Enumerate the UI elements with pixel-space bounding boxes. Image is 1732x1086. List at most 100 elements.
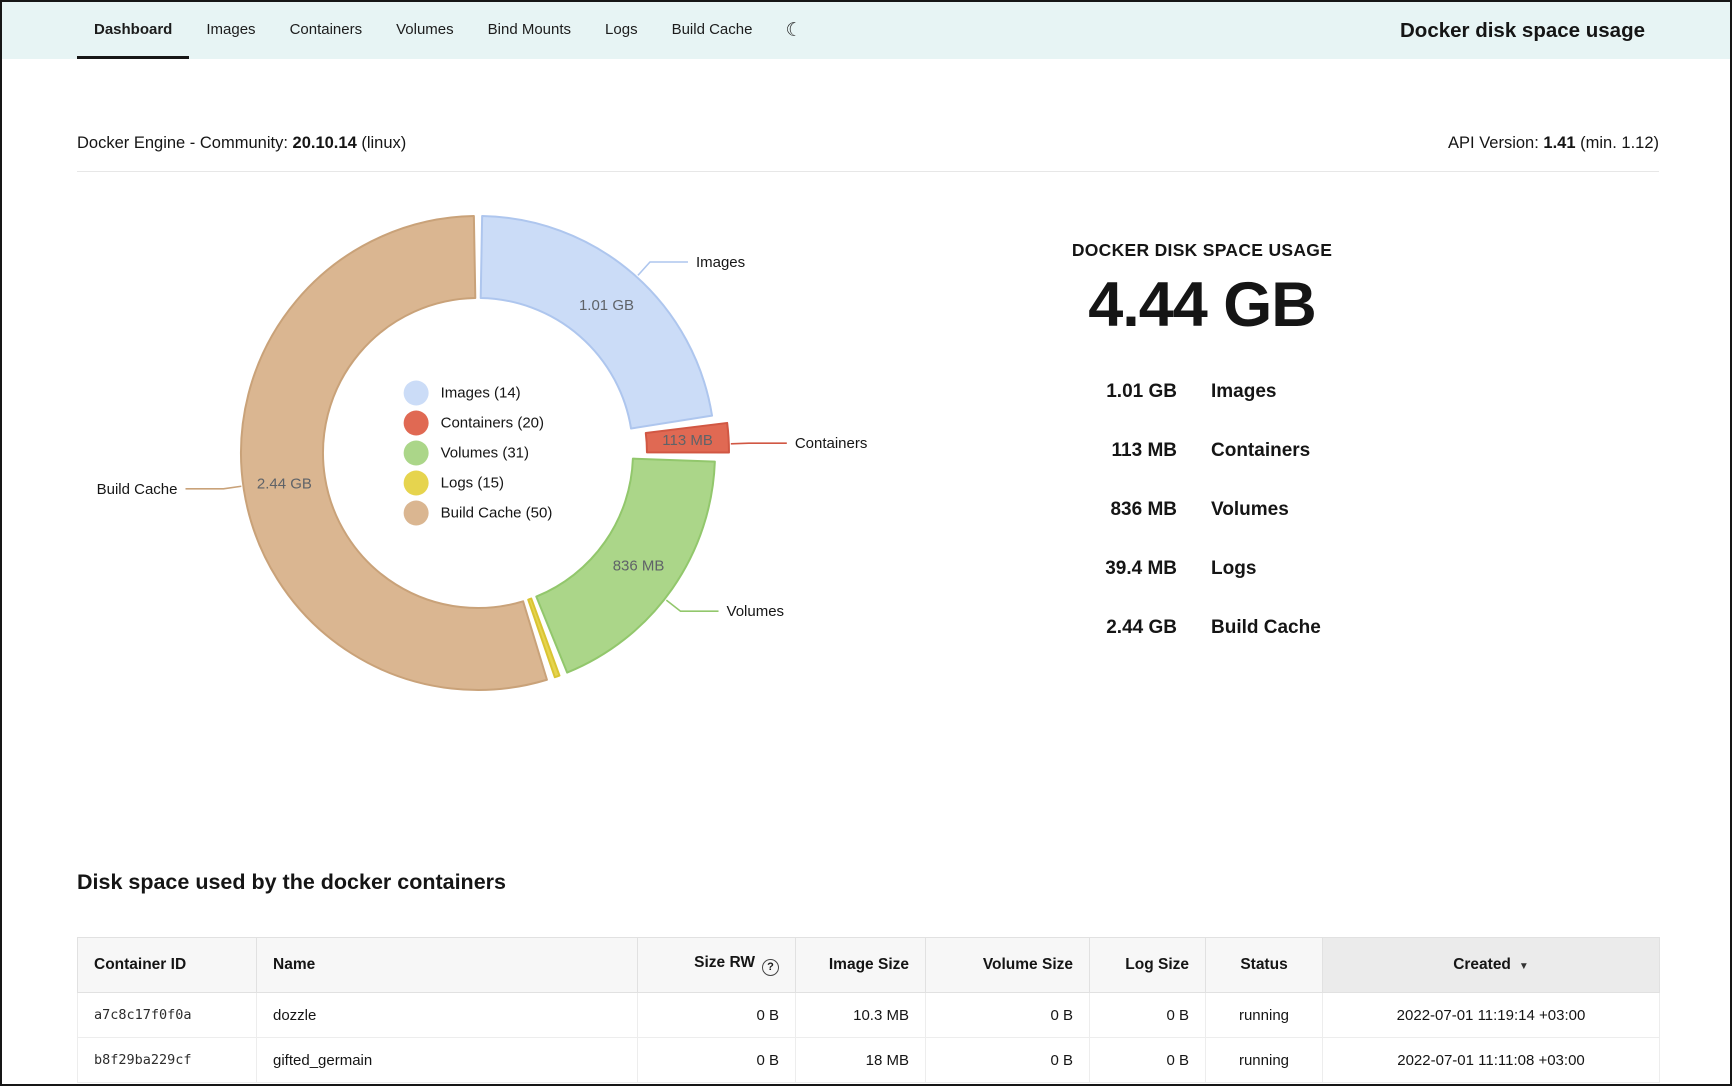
- app-title: Docker disk space usage: [1400, 2, 1645, 59]
- segment-name-label: Containers: [795, 435, 868, 452]
- app-window: Dashboard Images Containers Volumes Bind…: [0, 0, 1732, 1086]
- segment-value-label: 1.01 GB: [579, 297, 634, 314]
- segment-name-label: Images: [696, 254, 745, 271]
- tab-images[interactable]: Images: [189, 2, 272, 59]
- engine-version-text: Docker Engine - Community: 20.10.14 (lin…: [77, 134, 406, 153]
- legend-color-dot: [404, 501, 429, 526]
- cell-created: 2022-07-01 11:19:14 +03:00: [1323, 993, 1660, 1038]
- api-label: API Version:: [1448, 134, 1539, 152]
- segment-value-label: 113 MB: [662, 432, 713, 449]
- containers-table: Container ID Name Size RW? Image Size Vo…: [77, 937, 1660, 1083]
- summary-label: Images: [1211, 375, 1276, 408]
- segment-value-label: 2.44 GB: [257, 476, 312, 493]
- cell-log-size: 0 B: [1090, 1038, 1206, 1083]
- legend-item-build-cache[interactable]: Build Cache (50): [404, 501, 553, 526]
- summary-row-images: 1.01 GB Images: [982, 375, 1422, 408]
- segment-name-label: Volumes: [727, 603, 785, 620]
- engine-platform: (linux): [361, 134, 406, 152]
- cell-status: running: [1206, 993, 1323, 1038]
- tab-volumes[interactable]: Volumes: [379, 2, 471, 59]
- column-header-volume-size[interactable]: Volume Size: [926, 938, 1090, 993]
- moon-icon: ☾: [785, 19, 802, 42]
- legend-label: Build Cache (50): [441, 505, 553, 522]
- summary-rows: 1.01 GB Images 113 MB Containers 836 MB …: [982, 375, 1422, 644]
- cell-container-id: a7c8c17f0f0a: [78, 993, 257, 1038]
- disk-usage-summary: DOCKER DISK SPACE USAGE 4.44 GB 1.01 GB …: [982, 240, 1422, 670]
- cell-image-size: 10.3 MB: [796, 993, 926, 1038]
- dark-mode-toggle[interactable]: ☾: [769, 2, 818, 59]
- sort-descending-icon: ▼: [1519, 961, 1529, 972]
- column-label: Size RW: [694, 954, 755, 971]
- column-header-log-size[interactable]: Log Size: [1090, 938, 1206, 993]
- leader-line: [666, 600, 718, 611]
- column-header-created[interactable]: Created ▼: [1323, 938, 1660, 993]
- summary-label: Containers: [1211, 434, 1310, 467]
- cell-name: dozzle: [257, 993, 638, 1038]
- summary-row-logs: 39.4 MB Logs: [982, 552, 1422, 585]
- engine-version: 20.10.14: [293, 134, 357, 152]
- legend-item-images[interactable]: Images (14): [404, 381, 553, 406]
- help-icon[interactable]: ?: [762, 959, 779, 976]
- legend-color-dot: [404, 441, 429, 466]
- api-version: 1.41: [1543, 134, 1575, 152]
- disk-usage-donut-chart: 1.01 GB Images 113 MB Containers 836 MB Volum…: [62, 197, 942, 717]
- summary-row-volumes: 836 MB Volumes: [982, 493, 1422, 526]
- column-header-size-rw[interactable]: Size RW?: [638, 938, 796, 993]
- leader-line: [638, 262, 688, 275]
- legend-color-dot: [404, 471, 429, 496]
- cell-created: 2022-07-01 11:11:08 +03:00: [1323, 1038, 1660, 1083]
- tab-bind-mounts[interactable]: Bind Mounts: [471, 2, 588, 59]
- tab-logs[interactable]: Logs: [588, 2, 655, 59]
- summary-total: 4.44 GB: [982, 269, 1422, 341]
- api-version-text: API Version: 1.41 (min. 1.12): [1448, 134, 1659, 153]
- legend-item-containers[interactable]: Containers (20): [404, 411, 553, 436]
- table-header-row: Container ID Name Size RW? Image Size Vo…: [78, 938, 1660, 993]
- cell-container-id: b8f29ba229cf: [78, 1038, 257, 1083]
- tab-dashboard[interactable]: Dashboard: [77, 2, 189, 59]
- summary-size: 2.44 GB: [982, 611, 1177, 644]
- tab-containers[interactable]: Containers: [273, 2, 380, 59]
- summary-size: 39.4 MB: [982, 552, 1177, 585]
- cell-name: gifted_germain: [257, 1038, 638, 1083]
- leader-line: [731, 443, 787, 444]
- summary-size: 1.01 GB: [982, 375, 1177, 408]
- top-navbar: Dashboard Images Containers Volumes Bind…: [2, 2, 1730, 59]
- cell-size-rw: 0 B: [638, 993, 796, 1038]
- cell-log-size: 0 B: [1090, 993, 1206, 1038]
- nav-tabs: Dashboard Images Containers Volumes Bind…: [77, 2, 819, 59]
- segment-name-label: Build Cache: [97, 481, 178, 498]
- leader-line: [186, 486, 242, 489]
- summary-label: Logs: [1211, 552, 1256, 585]
- cell-size-rw: 0 B: [638, 1038, 796, 1083]
- tab-build-cache[interactable]: Build Cache: [655, 2, 770, 59]
- cell-volume-size: 0 B: [926, 993, 1090, 1038]
- legend-label: Images (14): [441, 385, 521, 402]
- legend-label: Logs (15): [441, 475, 504, 492]
- summary-row-containers: 113 MB Containers: [982, 434, 1422, 467]
- summary-label: Volumes: [1211, 493, 1289, 526]
- legend-item-volumes[interactable]: Volumes (31): [404, 441, 553, 466]
- api-min-version: (min. 1.12): [1580, 134, 1659, 152]
- column-header-container-id[interactable]: Container ID: [78, 938, 257, 993]
- table-row: a7c8c17f0f0a dozzle 0 B 10.3 MB 0 B 0 B …: [78, 993, 1660, 1038]
- segment-value-label: 836 MB: [613, 557, 665, 574]
- chart-legend: Images (14) Containers (20) Volumes (31)…: [404, 381, 553, 526]
- column-header-status[interactable]: Status: [1206, 938, 1323, 993]
- column-header-image-size[interactable]: Image Size: [796, 938, 926, 993]
- legend-item-logs[interactable]: Logs (15): [404, 471, 553, 496]
- column-header-name[interactable]: Name: [257, 938, 638, 993]
- engine-info-bar: Docker Engine - Community: 20.10.14 (lin…: [77, 115, 1659, 172]
- summary-size: 836 MB: [982, 493, 1177, 526]
- legend-label: Volumes (31): [441, 445, 529, 462]
- cell-status: running: [1206, 1038, 1323, 1083]
- cell-image-size: 18 MB: [796, 1038, 926, 1083]
- summary-row-build-cache: 2.44 GB Build Cache: [982, 611, 1422, 644]
- legend-color-dot: [404, 411, 429, 436]
- containers-section-heading: Disk space used by the docker containers: [77, 870, 506, 895]
- summary-title: DOCKER DISK SPACE USAGE: [982, 240, 1422, 261]
- column-label: Created: [1453, 956, 1511, 973]
- table-row: b8f29ba229cf gifted_germain 0 B 18 MB 0 …: [78, 1038, 1660, 1083]
- summary-size: 113 MB: [982, 434, 1177, 467]
- legend-label: Containers (20): [441, 415, 544, 432]
- summary-label: Build Cache: [1211, 611, 1321, 644]
